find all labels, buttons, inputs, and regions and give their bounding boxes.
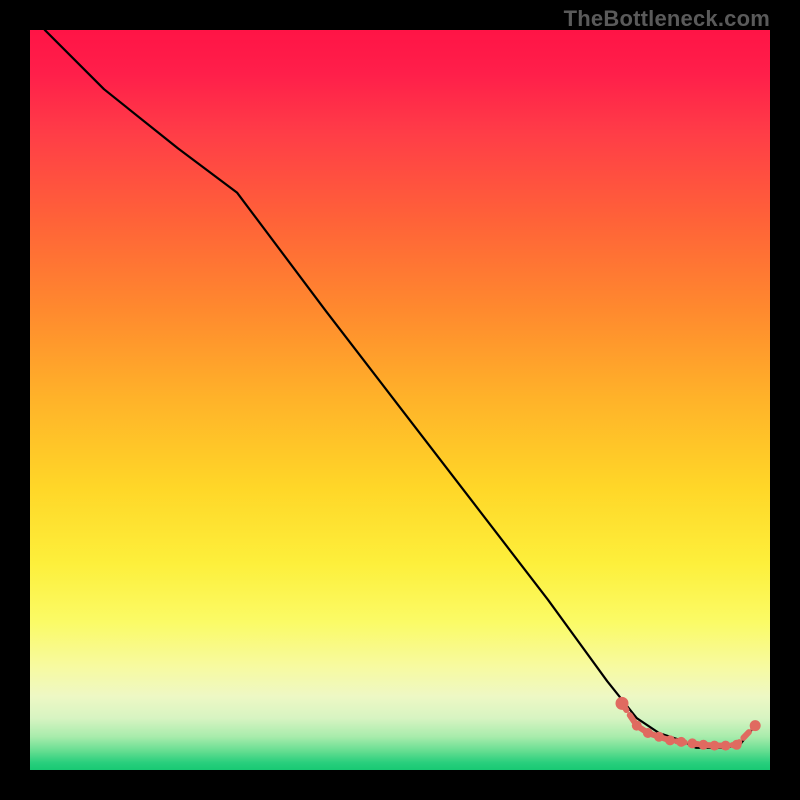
marker-path — [622, 703, 755, 745]
marker-dot — [710, 741, 720, 751]
chart-frame: TheBottleneck.com — [0, 0, 800, 800]
main-curve — [45, 30, 755, 748]
marker-dot — [721, 741, 731, 751]
marker-dot — [698, 740, 708, 750]
marker-dot — [687, 738, 697, 748]
watermark-text: TheBottleneck.com — [564, 6, 770, 32]
curve-layer — [45, 30, 755, 748]
marker-dot — [643, 728, 653, 738]
marker-dot — [665, 735, 675, 745]
chart-svg — [30, 30, 770, 770]
marker-dot — [732, 740, 742, 750]
marker-dot — [676, 737, 686, 747]
marker-layer — [616, 697, 761, 751]
plot-area — [30, 30, 770, 770]
marker-dot — [750, 720, 761, 731]
marker-dot — [632, 721, 642, 731]
marker-dot — [616, 697, 629, 710]
marker-dot — [654, 732, 664, 742]
